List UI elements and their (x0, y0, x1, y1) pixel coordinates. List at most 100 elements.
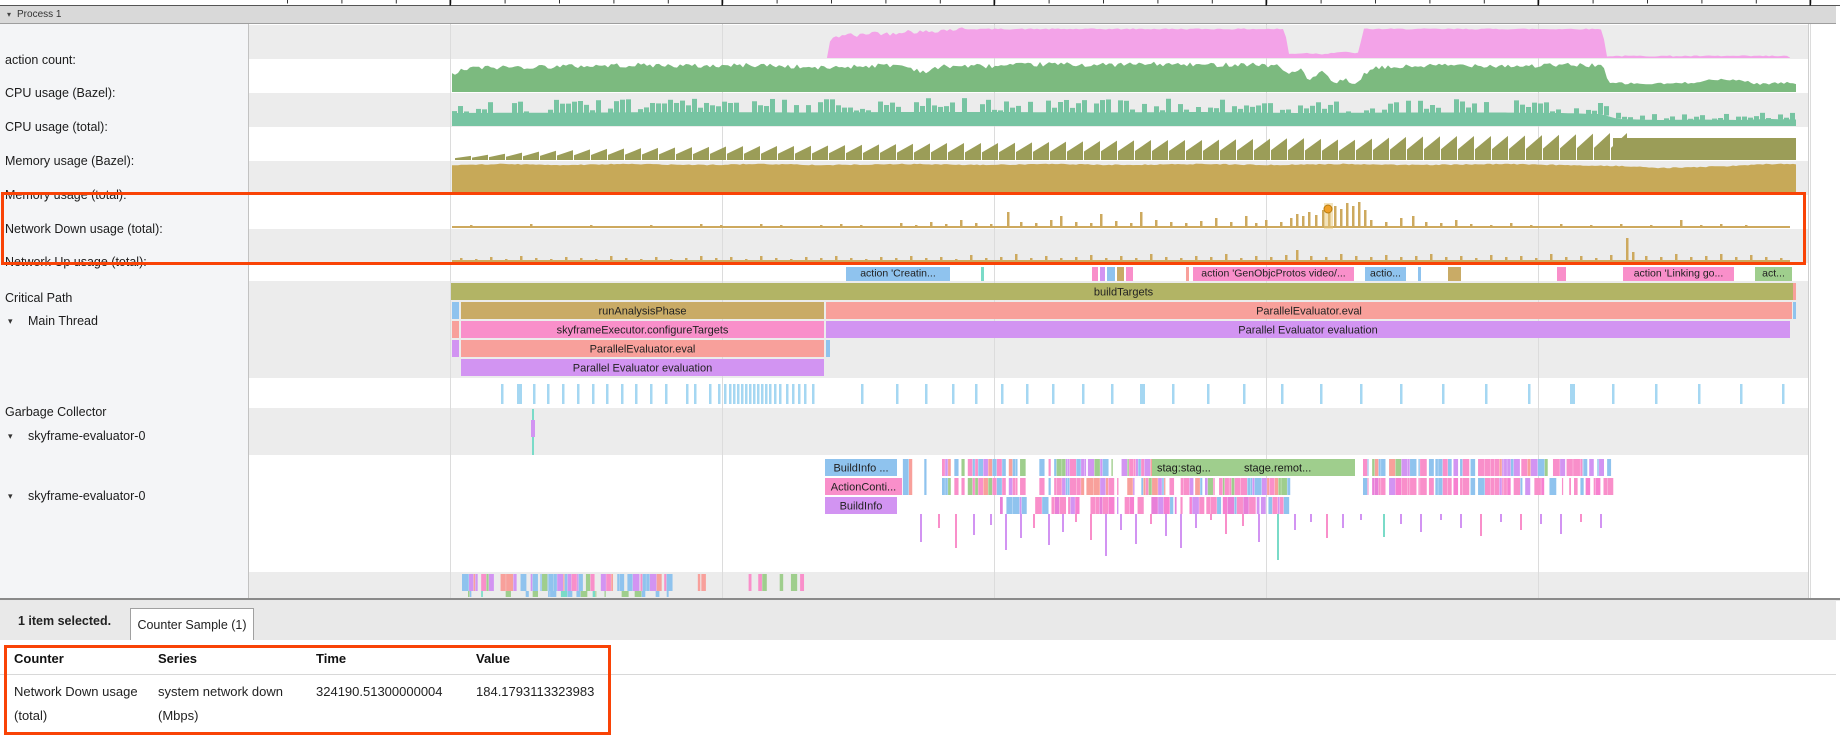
evaluator-slice[interactable] (1016, 459, 1018, 476)
gc-slice[interactable] (1442, 384, 1445, 404)
cpu-heavy-slice[interactable] (572, 574, 577, 591)
counter-chart-cpu-total[interactable] (626, 99, 631, 113)
track-label-cpu-usage-bazel[interactable]: CPU usage (Bazel): (0, 86, 248, 102)
evaluator-slice[interactable] (903, 459, 909, 495)
evaluator-slice[interactable] (1463, 459, 1470, 476)
counter-chart-network-up[interactable] (1565, 257, 1568, 262)
gc-slice[interactable] (577, 384, 580, 404)
cpu-heavy-slice[interactable] (601, 574, 606, 591)
counter-chart-network-up[interactable] (1445, 257, 1448, 262)
cpu-heavy-slice[interactable] (565, 574, 568, 591)
evaluator-slice[interactable] (1122, 459, 1128, 476)
counter-chart-network-down[interactable] (1075, 222, 1078, 228)
counter-chart-network-up[interactable] (1475, 258, 1478, 262)
counter-chart-network-down[interactable] (1340, 209, 1343, 228)
evaluator-slice[interactable] (1363, 459, 1367, 476)
counter-chart-network-up[interactable] (1780, 258, 1783, 262)
cpu-heavy-slice[interactable] (506, 574, 513, 591)
evaluator-slice[interactable] (1062, 459, 1065, 476)
evaluator-slice[interactable] (1103, 497, 1108, 514)
counter-chart-cpu-total[interactable] (1766, 118, 1771, 119)
evaluator-slice[interactable] (1408, 459, 1410, 476)
counter-chart-cpu-total[interactable] (1406, 101, 1411, 113)
evaluator-slice[interactable] (1389, 478, 1395, 495)
counter-chart-cpu-total[interactable] (1046, 101, 1051, 113)
counter-chart-cpu-total[interactable] (680, 101, 685, 113)
counter-chart-network-up[interactable] (775, 258, 778, 262)
cpu-heavy-slice[interactable] (567, 591, 572, 597)
counter-chart-cpu-total[interactable] (1208, 108, 1213, 113)
counter-chart-cpu-total[interactable] (686, 105, 691, 112)
counter-chart-network-down[interactable] (780, 225, 783, 228)
counter-chart-cpu-total[interactable] (1418, 101, 1423, 113)
evaluator-slice[interactable] (1232, 478, 1235, 495)
counter-chart-network-down[interactable] (1296, 214, 1299, 228)
counter-chart-cpu-total[interactable] (1718, 118, 1723, 120)
counter-chart-cpu-total[interactable] (1574, 108, 1579, 114)
counter-chart-cpu-total[interactable] (986, 100, 991, 113)
cpu-heavy-slice[interactable] (549, 574, 553, 591)
evaluator-slice[interactable] (1494, 459, 1499, 476)
gc-slice[interactable] (1281, 384, 1284, 404)
cpu-heavy-slice[interactable] (533, 591, 538, 597)
track-label-network-up-usage-total[interactable]: Network Up usage (total): (0, 255, 248, 271)
track-label-action-count[interactable]: action count: (0, 53, 248, 69)
evaluator-slice[interactable] (1000, 497, 1003, 514)
gc-slice[interactable] (1172, 384, 1175, 404)
cpu-heavy-slice[interactable] (474, 574, 475, 591)
gc-slice[interactable] (533, 384, 536, 404)
evaluator-slice[interactable] (1103, 459, 1109, 476)
evaluator-slice[interactable] (1507, 478, 1510, 495)
collapse-arrow-icon[interactable]: ▾ (8, 491, 13, 502)
counter-chart-cpu-total[interactable] (1592, 111, 1597, 115)
counter-chart-cpu-total[interactable] (1556, 109, 1561, 113)
gc-slice[interactable] (729, 384, 732, 404)
counter-chart-network-up[interactable] (865, 259, 868, 262)
critical-path-slice[interactable] (1448, 267, 1461, 281)
evaluator-slice[interactable] (1213, 478, 1214, 495)
counter-chart-cpu-total[interactable] (1598, 103, 1603, 114)
evaluator-slice[interactable] (1013, 497, 1020, 514)
evaluator-slice[interactable] (1049, 478, 1051, 495)
counter-chart-network-down[interactable] (1155, 220, 1158, 228)
counter-chart-cpu-total[interactable] (698, 108, 703, 113)
evaluator-slice[interactable] (983, 459, 988, 476)
counter-chart-cpu-total[interactable] (1130, 110, 1135, 113)
evaluator-slice[interactable] (1125, 497, 1130, 514)
counter-chart-network-down[interactable] (900, 223, 903, 228)
counter-chart-cpu-total[interactable] (1316, 102, 1321, 113)
evaluator-slice[interactable] (1075, 514, 1077, 522)
counter-chart-network-up[interactable] (1520, 256, 1523, 262)
evaluator-slice[interactable] (1144, 459, 1150, 476)
evaluator-slice[interactable] (1068, 478, 1070, 495)
evaluator-slice[interactable] (1443, 478, 1448, 495)
counter-chart-network-up[interactable] (1045, 256, 1048, 262)
counter-chart-cpu-total[interactable] (572, 102, 577, 113)
counter-chart-cpu-total[interactable] (842, 108, 847, 113)
evaluator-slice[interactable] (1242, 514, 1244, 526)
counter-chart-cpu-total[interactable] (590, 110, 595, 113)
evaluator-slice[interactable] (1241, 478, 1247, 495)
counter-chart-network-down[interactable] (990, 224, 993, 228)
evaluator-slice[interactable] (1379, 478, 1381, 495)
counter-chart-network-down[interactable] (700, 224, 703, 228)
counter-chart-network-down[interactable] (470, 225, 473, 228)
critical-path-slice[interactable] (1126, 267, 1133, 281)
counter-chart-network-up[interactable] (1340, 254, 1343, 262)
gc-slice[interactable] (724, 384, 727, 404)
counter-chart-network-down[interactable] (650, 225, 653, 228)
gc-slice[interactable] (665, 384, 668, 404)
evaluator-slice[interactable] (1192, 497, 1199, 514)
gc-slice[interactable] (1782, 384, 1785, 404)
counter-chart-network-down[interactable] (1230, 222, 1233, 228)
evaluator-slice[interactable] (1538, 459, 1545, 476)
counter-chart-cpu-total[interactable] (1214, 108, 1219, 113)
counter-chart-network-up[interactable] (790, 259, 793, 262)
evaluator-slice[interactable] (1261, 497, 1266, 514)
counter-chart-cpu-total[interactable] (644, 107, 649, 112)
cpu-heavy-slice[interactable] (542, 574, 547, 591)
counter-chart-cpu-total[interactable] (1256, 105, 1261, 113)
gc-slice[interactable] (1111, 384, 1114, 404)
evaluator-slice[interactable] (1277, 514, 1279, 560)
evaluator-slice[interactable] (1372, 459, 1374, 476)
